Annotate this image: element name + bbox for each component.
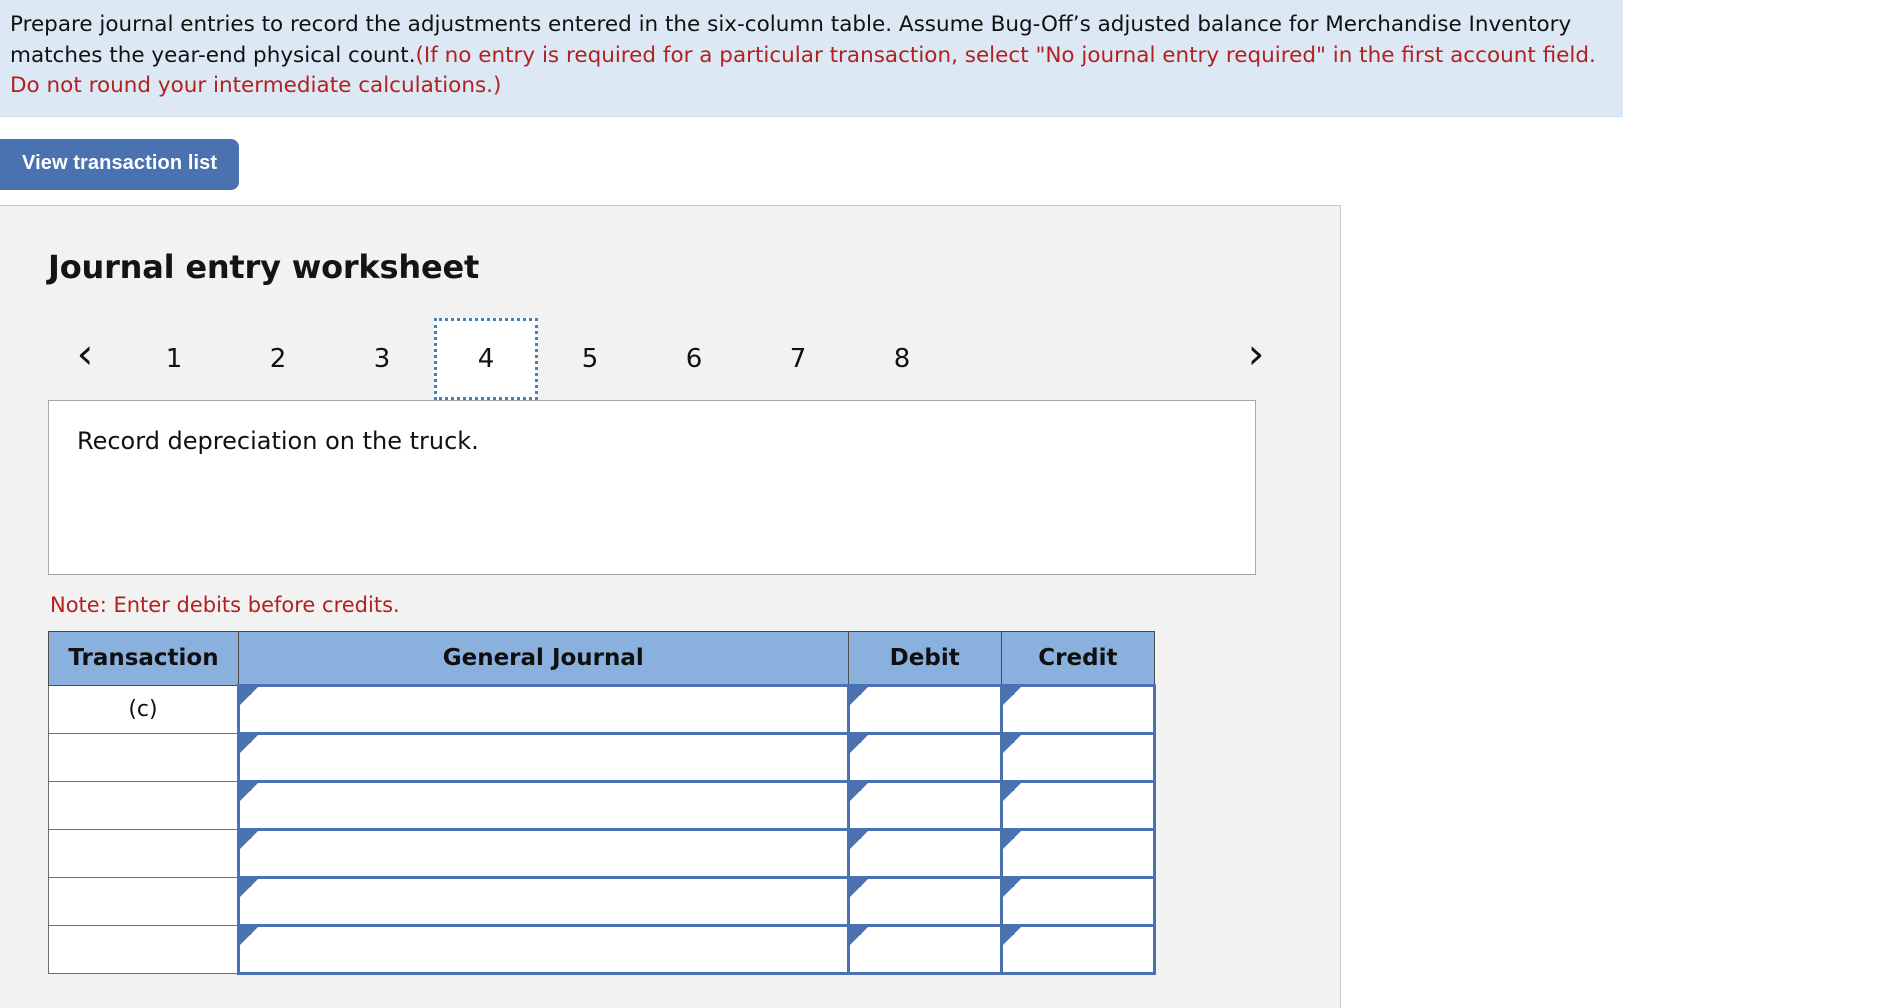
chevron-left-icon[interactable]: ‹	[48, 318, 122, 400]
pagination-tabs: 1 2 3 4 5 6 7 8	[122, 317, 954, 400]
tab-3[interactable]: 3	[330, 318, 434, 400]
transaction-label-cell: (c)	[48, 684, 239, 734]
debit-input[interactable]	[846, 923, 1003, 975]
debit-input[interactable]	[846, 683, 1003, 735]
tab-2[interactable]: 2	[226, 318, 330, 400]
transaction-label-cell	[48, 732, 239, 782]
debits-before-credits-note: Note: Enter debits before credits.	[50, 592, 400, 617]
general-journal-input[interactable]	[236, 683, 850, 735]
general-journal-input[interactable]	[236, 731, 850, 783]
chevron-right-icon[interactable]: ›	[1219, 318, 1293, 400]
transaction-prompt-text: Record depreciation on the truck.	[77, 426, 479, 455]
column-header-debit: Debit	[847, 630, 1002, 686]
transaction-label-cell	[48, 876, 239, 926]
transaction-label-cell	[48, 780, 239, 830]
general-journal-input[interactable]	[236, 923, 850, 975]
general-journal-input[interactable]	[236, 875, 850, 927]
column-header-general-journal: General Journal	[237, 630, 849, 686]
table-header-row: Transaction General Journal Debit Credit	[48, 630, 1156, 686]
tab-5[interactable]: 5	[538, 318, 642, 400]
page-title: Journal entry worksheet	[48, 247, 480, 286]
general-journal-input[interactable]	[236, 779, 850, 831]
debit-input[interactable]	[846, 731, 1003, 783]
tab-4[interactable]: 4	[434, 317, 538, 400]
tab-1[interactable]: 1	[122, 318, 226, 400]
table-row	[48, 875, 1157, 927]
column-header-credit: Credit	[1000, 630, 1156, 686]
debit-input[interactable]	[846, 779, 1003, 831]
credit-input[interactable]	[999, 731, 1157, 783]
view-transaction-list-button[interactable]: View transaction list	[0, 138, 240, 190]
table-row	[48, 731, 1157, 783]
instruction-banner: Prepare journal entries to record the ad…	[0, 0, 1623, 117]
journal-entry-table: Transaction General Journal Debit Credit…	[48, 630, 1157, 975]
tab-7[interactable]: 7	[746, 318, 850, 400]
journal-entry-worksheet-panel: Journal entry worksheet ‹ 1 2 3 4 5 6 7 …	[0, 204, 1341, 1008]
debit-input[interactable]	[846, 827, 1003, 879]
column-header-transaction: Transaction	[48, 630, 239, 686]
credit-input[interactable]	[999, 779, 1157, 831]
table-body: (c)	[48, 683, 1157, 975]
credit-input[interactable]	[999, 875, 1157, 927]
toolbar: View transaction list	[0, 117, 1890, 205]
table-row: (c)	[48, 683, 1157, 735]
worksheet-pagination: ‹ 1 2 3 4 5 6 7 8 ›	[48, 317, 1293, 400]
general-journal-input[interactable]	[236, 827, 850, 879]
transaction-prompt-box: Record depreciation on the truck.	[48, 399, 1256, 575]
transaction-label-cell	[48, 828, 239, 878]
tab-8[interactable]: 8	[850, 318, 954, 400]
transaction-label-cell	[48, 924, 239, 974]
tab-6[interactable]: 6	[642, 318, 746, 400]
table-row	[48, 779, 1157, 831]
credit-input[interactable]	[999, 827, 1157, 879]
table-row	[48, 923, 1157, 975]
debit-input[interactable]	[846, 875, 1003, 927]
credit-input[interactable]	[999, 923, 1157, 975]
credit-input[interactable]	[999, 683, 1157, 735]
table-row	[48, 827, 1157, 879]
